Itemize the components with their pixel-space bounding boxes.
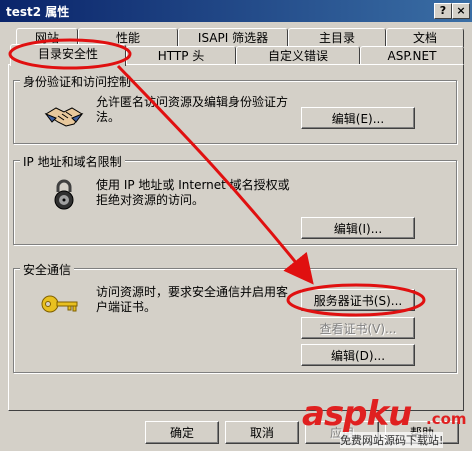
tab-isapi-filters[interactable]: ISAPI 筛选器 <box>178 28 288 47</box>
auth-text-line2: 法。 <box>96 110 121 124</box>
window-title: test2 属性 <box>6 5 70 19</box>
cancel-button[interactable]: 取消 <box>225 421 299 444</box>
ok-button[interactable]: 确定 <box>145 421 219 444</box>
ip-text-line2: 拒绝对资源的访问。 <box>96 193 205 207</box>
watermark-slogan: 免费网站源码下载站! <box>340 432 444 448</box>
secure-group-title: 安全通信 <box>20 261 75 278</box>
auth-text-line1: 允许匿名访问资源及编辑身份验证方 <box>96 95 289 109</box>
secure-description: 访问资源时，要求安全通信并启用客 户端证书。 <box>96 285 288 315</box>
auth-description: 允许匿名访问资源及编辑身份验证方 法。 <box>96 95 288 125</box>
watermark: aspku .com 免费网站源码下载站! <box>300 394 470 448</box>
auth-edit-button[interactable]: 编辑(E)... <box>301 107 415 129</box>
secure-text-line1: 访问资源时，要求安全通信并启用客 <box>96 285 289 299</box>
watermark-domain: .com <box>426 410 467 428</box>
handshake-icon <box>44 107 84 127</box>
secure-text-line2: 户端证书。 <box>96 300 157 314</box>
tab-custom-errors[interactable]: 自定义错误 <box>236 46 360 65</box>
tab-documents[interactable]: 文档 <box>386 28 464 47</box>
tab-aspnet[interactable]: ASP.NET <box>360 46 464 65</box>
watermark-brand: aspku <box>302 394 412 434</box>
help-title-button[interactable]: ? <box>434 3 452 19</box>
ip-text-line1: 使用 IP 地址或 Internet 域名授权或 <box>96 178 290 192</box>
title-bar: test2 属性 ? × <box>0 0 472 22</box>
view-certificate-button: 查看证书(V)... <box>301 317 415 339</box>
tab-http-headers[interactable]: HTTP 头 <box>126 46 236 65</box>
auth-group-title: 身份验证和访问控制 <box>20 73 135 90</box>
tab-home-directory[interactable]: 主目录 <box>288 28 386 47</box>
key-icon <box>41 295 78 313</box>
padlock-icon <box>54 179 74 210</box>
tab-directory-security[interactable]: 目录安全性 <box>10 44 126 66</box>
ip-description: 使用 IP 地址或 Internet 域名授权或 拒绝对资源的访问。 <box>96 178 290 208</box>
secure-edit-button[interactable]: 编辑(D)... <box>301 344 415 366</box>
server-certificate-button[interactable]: 服务器证书(S)... <box>301 289 415 311</box>
ip-edit-button[interactable]: 编辑(I)... <box>301 217 415 239</box>
ip-group-title: IP 地址和域名限制 <box>20 153 125 170</box>
close-title-button[interactable]: × <box>452 3 470 19</box>
